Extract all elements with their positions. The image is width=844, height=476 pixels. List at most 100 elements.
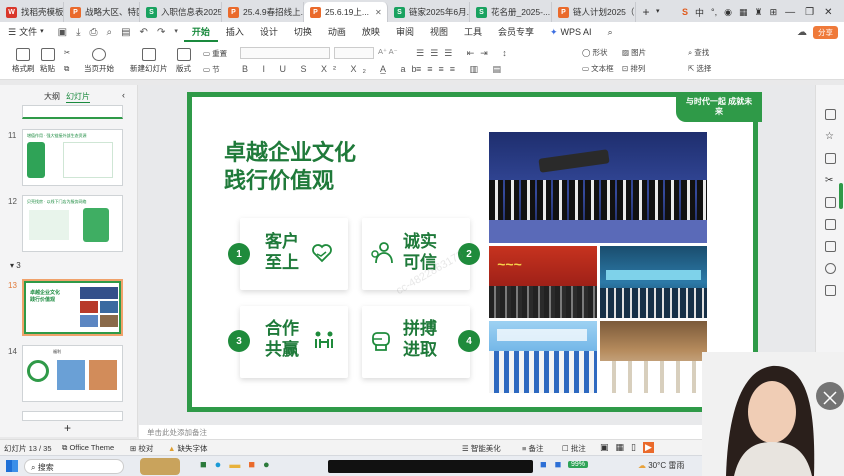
tab-daoke-templates[interactable]: W 找稻壳模板 [0, 2, 64, 22]
wechat-icon[interactable]: ● [263, 459, 270, 471]
tab-slides[interactable]: 幻灯片 [66, 91, 90, 103]
copy-icon[interactable] [825, 153, 836, 164]
new-tab-plus-icon[interactable]: + [636, 2, 656, 22]
star-icon[interactable]: ☆ [825, 131, 836, 142]
grid-icon[interactable]: ⊞ [770, 7, 778, 18]
cloud-sync-icon[interactable]: ☁ [797, 27, 807, 38]
chevron-down-icon[interactable]: ▾ [656, 2, 668, 22]
microphone-icon[interactable]: ◉ [724, 7, 732, 18]
slide[interactable]: 卓越企业文化 践行价值观 与时代一起 成就未来 1 客户 至上 2 诚实 可信 3 … [187, 92, 762, 412]
list-format-icons[interactable]: ☰☰☰ ⇤⇥ ↕ [416, 48, 513, 59]
textbox-button[interactable]: ▭ 文本框 [582, 63, 614, 74]
paste-button[interactable]: 粘贴 [40, 48, 55, 74]
menu-view[interactable]: 视图 [422, 22, 456, 42]
tab-outline[interactable]: 大纲 [44, 91, 60, 102]
vertical-scrollbar-thumb[interactable] [839, 183, 843, 209]
app-icon[interactable]: ■ [540, 459, 547, 471]
tab-document[interactable]: S入职信息表2025-0...✕ [140, 2, 222, 22]
print-icon[interactable]: ⎙ [89, 27, 97, 38]
slide-thumbnail-14[interactable]: 福利 [22, 345, 123, 402]
share-button[interactable]: 分享 [813, 25, 838, 39]
proofread-button[interactable]: ⊞ 校对 [130, 443, 153, 454]
sogou-ime-icon[interactable]: S [682, 7, 688, 17]
menu-transitions[interactable]: 切换 [286, 22, 320, 42]
menu-file[interactable]: ☰ 文件 ▾ [0, 22, 52, 42]
scissors-icon[interactable]: ✂ [825, 175, 836, 186]
font-family-select[interactable] [240, 47, 330, 59]
app-icon[interactable]: ■ [200, 459, 207, 471]
file-icon[interactable]: ▤ [121, 27, 130, 38]
redo-icon[interactable]: ↷ [157, 27, 165, 38]
cut-icon[interactable]: ✂ [64, 48, 70, 57]
tab-document[interactable]: P战略大区、特区支持... [64, 2, 140, 22]
normal-view-icon[interactable]: ▣ [600, 442, 609, 453]
font-size-select[interactable] [334, 47, 374, 59]
slide-thumbnail-11[interactable]: 增值作用 · 强大链接外部生态资源 [22, 129, 123, 186]
search-icon[interactable]: ⌕ [600, 22, 621, 42]
menu-insert[interactable]: 插入 [218, 22, 252, 42]
menu-design[interactable]: 设计 [252, 22, 286, 42]
collapse-panel-icon[interactable]: ‹ [122, 90, 125, 100]
maximize-icon[interactable]: ❐ [805, 7, 814, 18]
library-icon[interactable] [825, 241, 836, 252]
tab-active-document[interactable]: P 25.6.19上... ✕ [304, 2, 388, 22]
meeting-share-bar[interactable] [328, 460, 533, 473]
menu-animation[interactable]: 动画 [320, 22, 354, 42]
wps-app-icon[interactable]: ■ [248, 459, 255, 471]
skin-icon[interactable]: ♜ [755, 7, 763, 18]
slide-thumbnail-partial[interactable] [22, 411, 123, 421]
ime-mode-indicator[interactable]: 中 [695, 6, 704, 19]
tab-document[interactable]: S花名册_2025-...✕ [470, 2, 552, 22]
save-icon[interactable]: ▣ [58, 27, 67, 38]
shape-button[interactable]: ◯ 形状 [582, 47, 607, 58]
smart-beautify-button[interactable]: ☰ 智能美化 [462, 443, 501, 454]
arrange-button[interactable]: ⊡ 排列 [622, 63, 645, 74]
section-header[interactable]: ▾ 3 [10, 261, 21, 270]
menu-slideshow[interactable]: 放映 [354, 22, 388, 42]
section-button[interactable]: ▭ 节 [203, 64, 220, 75]
layout-button[interactable]: 版式 [176, 48, 191, 74]
folder-icon[interactable]: ▬ [229, 459, 240, 471]
theme-indicator[interactable]: ⧉ Office Theme [62, 443, 114, 453]
slide-thumbnail-12[interactable]: 贝壳找房 · 以线下门店为服务网络 [22, 195, 123, 252]
chevron-down-icon[interactable]: ▾ [174, 27, 178, 38]
taskbar-search-box[interactable]: ⌕ 搜索 [24, 459, 124, 474]
menu-home[interactable]: 开始 [183, 22, 218, 42]
weather-widget[interactable]: ☁ 30°C 雷雨 [638, 460, 684, 471]
font-size-adjust-icon[interactable]: A⁺ A⁻ [378, 47, 398, 56]
taskbar-widget-image[interactable] [140, 458, 180, 475]
tab-document[interactable]: P链人计划2025（实... [552, 2, 636, 22]
close-icon[interactable]: ✕ [375, 8, 382, 17]
missing-font-button[interactable]: ▲ 缺失字体 [168, 443, 208, 454]
menu-tools[interactable]: 工具 [456, 22, 490, 42]
export-icon[interactable]: ⤓ [76, 27, 80, 38]
reading-view-icon[interactable]: ▯ [631, 442, 636, 453]
slide-thumbnail-partial[interactable] [22, 105, 123, 119]
image-icon[interactable] [825, 197, 836, 208]
menu-member[interactable]: 会员专享 [490, 22, 542, 42]
tab-document[interactable]: P25.4.9春招线上...✕ [222, 2, 304, 22]
text-format-icons[interactable]: B I U S X² X₂ A̲ ab [242, 64, 423, 74]
find-button[interactable]: ⌕ 查找 [688, 47, 709, 58]
slideshow-play-icon[interactable]: ▶ [642, 442, 654, 453]
reset-button[interactable]: ▭ 重置 [203, 48, 227, 59]
edge-icon[interactable]: ● [215, 459, 222, 471]
picture-button[interactable]: ▨ 图片 [622, 47, 646, 58]
select-button[interactable]: ⇱ 选择 [688, 63, 711, 74]
keyboard-icon[interactable]: ▦ [739, 7, 748, 18]
settings-sliders-icon[interactable] [825, 109, 836, 120]
comments-toggle-button[interactable]: ☐ 批注 [562, 443, 586, 454]
format-painter-button[interactable]: 格式刷 [12, 48, 35, 74]
app-icon[interactable]: ■ [555, 459, 562, 471]
minimize-icon[interactable]: — [785, 7, 795, 18]
alignment-icons[interactable]: ≡≡≡≡ ▥ ▤ [416, 64, 507, 75]
new-slide-button[interactable]: 新建幻灯片 [130, 48, 168, 74]
preview-icon[interactable]: ⌕ [106, 27, 112, 38]
menu-review[interactable]: 审阅 [388, 22, 422, 42]
notes-toggle-button[interactable]: ≡ 备注 [522, 443, 543, 454]
close-window-icon[interactable]: ✕ [824, 7, 832, 18]
more-icon[interactable] [825, 285, 836, 296]
play-from-current-button[interactable]: 当页开始 [84, 48, 114, 74]
help-icon[interactable] [825, 263, 836, 274]
copy-icon[interactable]: ⧉ [64, 64, 69, 74]
